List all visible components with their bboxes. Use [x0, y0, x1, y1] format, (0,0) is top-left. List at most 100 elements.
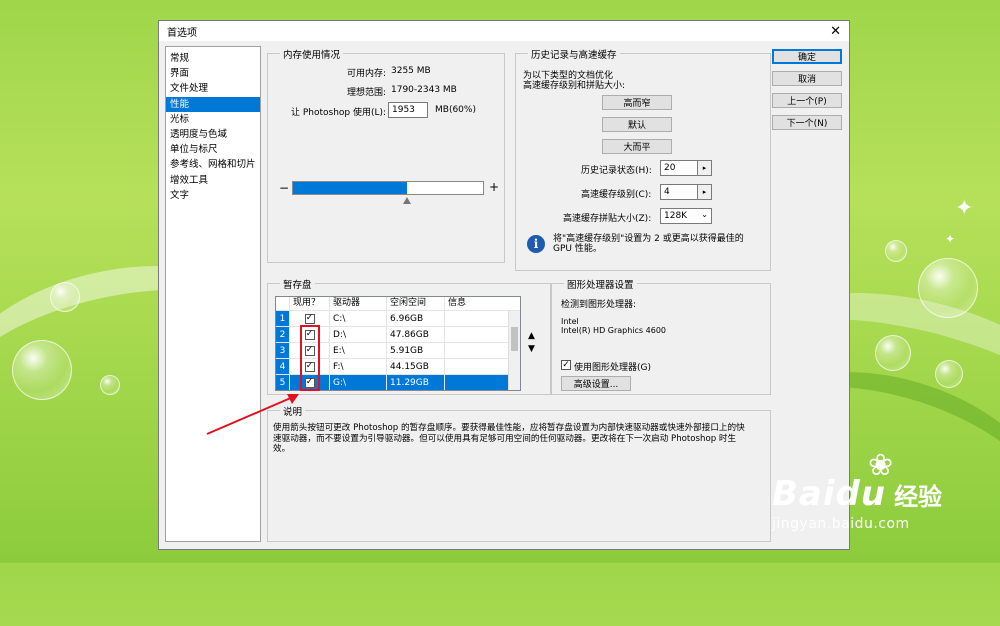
- cache-tile-size-value: 128K: [664, 211, 688, 221]
- background-bubble: [935, 360, 963, 388]
- sidebar-item-transparency[interactable]: 透明度与色域: [166, 127, 260, 142]
- use-gpu-label: 使用图形处理器(G): [574, 363, 651, 373]
- sidebar-item-interface[interactable]: 界面: [166, 66, 260, 81]
- cache-levels-label: 高速缓存级别(C):: [581, 190, 652, 200]
- table-scrollbar[interactable]: [508, 311, 520, 390]
- use-gpu-checkbox[interactable]: ✓: [561, 360, 571, 370]
- gpu-group-label: 图形处理器设置: [564, 277, 637, 291]
- background-bubble: [12, 340, 72, 400]
- ideal-range-value: 1790-2343 MB: [391, 85, 457, 95]
- move-down-arrow-icon[interactable]: ▼: [528, 344, 535, 354]
- table-header-drive: 驱动器: [330, 297, 387, 310]
- logo-url: jingyan.baidu.com: [772, 516, 910, 532]
- preferences-dialog: 首选项 ✕ 常规 界面 文件处理 性能 光标 透明度与色域 单位与标尺 参考线、…: [158, 20, 850, 550]
- cache-tile-size-label: 高速缓存拼贴大小(Z):: [563, 214, 652, 224]
- memory-slider-thumb[interactable]: [403, 197, 412, 204]
- space-cell: 47.86GB: [387, 327, 445, 342]
- optimize-intro-line2: 高速缓存级别和拼贴大小:: [523, 81, 626, 91]
- drive-cell: G:\: [330, 375, 387, 390]
- history-states-label: 历史记录状态(H):: [581, 166, 652, 176]
- cache-levels-stepper-icon[interactable]: ▸: [697, 185, 711, 199]
- logo-brand: Bai: [772, 474, 836, 514]
- drive-cell: E:\: [330, 343, 387, 358]
- info-cell: [445, 311, 509, 326]
- sparkle-icon: ✦: [955, 196, 974, 221]
- row-number: 5: [276, 375, 290, 390]
- background-bubble: [100, 375, 120, 395]
- prev-button[interactable]: 上一个(P): [772, 93, 842, 108]
- move-up-arrow-icon[interactable]: ▲: [528, 331, 535, 341]
- plus-icon: +: [489, 180, 500, 194]
- background-bubble: [875, 335, 911, 371]
- scrollbar-thumb[interactable]: [511, 327, 518, 351]
- row-number: 2: [276, 327, 290, 342]
- space-cell: 44.15GB: [387, 359, 445, 374]
- table-header-active: 现用？: [290, 297, 330, 310]
- sparkle-icon: ✦: [945, 232, 956, 246]
- advanced-settings-button[interactable]: 高级设置...: [561, 376, 631, 391]
- memory-group-label: 内存使用情况: [280, 47, 344, 61]
- cache-levels-value: 4: [664, 187, 670, 197]
- memory-amount-input[interactable]: 1953: [388, 102, 428, 118]
- info-cell: [445, 327, 509, 342]
- baidu-jingyan-logo: ❀ Baidu 经验 jingyan.baidu.com: [772, 448, 943, 532]
- history-states-input[interactable]: 20 ▸: [660, 160, 712, 176]
- category-list: 常规 界面 文件处理 性能 光标 透明度与色域 单位与标尺 参考线、网格和切片 …: [165, 46, 261, 542]
- close-icon[interactable]: ✕: [830, 24, 841, 39]
- info-icon: i: [527, 235, 545, 253]
- table-header: 现用？ 驱动器 空闲空间 信息: [276, 297, 520, 311]
- history-states-value: 20: [664, 163, 676, 173]
- logo-cn: 经验: [894, 483, 943, 511]
- tall-thin-button[interactable]: 高而窄: [602, 95, 672, 110]
- drive-cell: C:\: [330, 311, 387, 326]
- sidebar-item-performance[interactable]: 性能: [166, 96, 260, 112]
- sidebar-item-plugins[interactable]: 增效工具: [166, 173, 260, 188]
- sidebar-item-guides[interactable]: 参考线、网格和切片: [166, 157, 260, 172]
- minus-icon: −: [279, 181, 290, 195]
- cache-tile-size-select[interactable]: 128K ⌄: [660, 208, 712, 224]
- let-photoshop-use-label: 让 Photoshop 使用(L):: [291, 108, 387, 118]
- table-header-free-space: 空闲空间: [387, 297, 445, 310]
- sidebar-item-general[interactable]: 常规: [166, 51, 260, 66]
- info-cell: [445, 343, 509, 358]
- space-cell: 6.96GB: [387, 311, 445, 326]
- active-checkbox[interactable]: ✓: [304, 313, 315, 324]
- gpu-detected-label: 检测到图形处理器:: [561, 300, 637, 310]
- cancel-button[interactable]: 取消: [772, 71, 842, 86]
- sidebar-item-file-handling[interactable]: 文件处理: [166, 81, 260, 96]
- drive-cell: D:\: [330, 327, 387, 342]
- ok-button[interactable]: 确定: [772, 49, 842, 64]
- ideal-range-label: 理想范围:: [347, 88, 387, 98]
- space-cell: 5.91GB: [387, 343, 445, 358]
- chevron-down-icon: ⌄: [701, 210, 708, 219]
- row-number: 4: [276, 359, 290, 374]
- background-bubble: [50, 282, 80, 312]
- info-cell: [445, 375, 509, 390]
- cache-levels-input[interactable]: 4 ▸: [660, 184, 712, 200]
- highlight-box: [300, 325, 320, 391]
- sidebar-item-units[interactable]: 单位与标尺: [166, 142, 260, 157]
- gpu-vendor: Intel: [561, 317, 579, 326]
- history-states-stepper-icon[interactable]: ▸: [697, 161, 711, 175]
- window-title: 首选项: [167, 27, 197, 39]
- sidebar-item-cursors[interactable]: 光标: [166, 112, 260, 127]
- sidebar-item-type[interactable]: 文字: [166, 188, 260, 203]
- table-header-info: 信息: [448, 298, 467, 308]
- scratch-group-label: 暂存盘: [280, 277, 315, 291]
- memory-percent-label: MB(60%): [435, 105, 476, 115]
- paw-icon: ❀: [868, 448, 894, 483]
- background-bubble: [885, 240, 907, 262]
- memory-slider-fill: [293, 182, 407, 194]
- table-header-num: [276, 297, 290, 310]
- background-bubble: [918, 258, 978, 318]
- annotation-arrow-icon: [206, 394, 299, 435]
- row-number: 1: [276, 311, 290, 326]
- drive-cell: F:\: [330, 359, 387, 374]
- next-button[interactable]: 下一个(N): [772, 115, 842, 130]
- gpu-model: Intel(R) HD Graphics 4600: [561, 326, 667, 335]
- title-bar: 首选项 ✕: [159, 21, 849, 41]
- memory-slider[interactable]: [292, 181, 484, 195]
- default-cache-button[interactable]: 默认: [602, 117, 672, 132]
- big-flat-button[interactable]: 大而平: [602, 139, 672, 154]
- available-ram-value: 3255 MB: [391, 66, 431, 76]
